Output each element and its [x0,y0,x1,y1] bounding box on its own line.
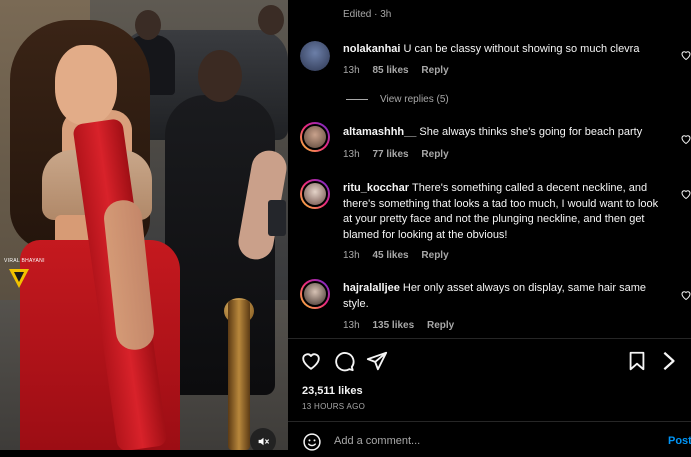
like-comment-button[interactable] [680,288,691,301]
comment-username[interactable]: hajralalljee [343,282,400,294]
heart-icon [681,291,691,301]
guard-head [198,50,242,102]
comment-body: She always thinks she's going for beach … [419,126,643,138]
comment-username[interactable]: ritu_kocchar [343,182,409,194]
comment-username[interactable]: altamashhh__ [343,126,416,138]
comment-time[interactable]: 13h [343,149,360,160]
comment-text: nolakanhai U can be classy without showin… [343,42,661,58]
reply-button[interactable]: Reply [421,250,448,261]
watermark-text: VIRAL BHAYANI [4,258,45,264]
comment-likes[interactable]: 135 likes [372,320,414,331]
view-replies-label: View replies (5) [380,94,449,105]
like-button[interactable] [300,350,322,372]
comment-text: hajralalljee Her only asset always on dis… [343,281,661,312]
bystander-phone [268,200,286,236]
chevron-right-icon [663,351,675,371]
view-replies-button[interactable]: View replies (5) [346,94,449,105]
reply-button[interactable]: Reply [427,320,454,331]
reply-button[interactable]: Reply [421,149,448,160]
mute-button[interactable] [250,428,276,450]
watermark-logo-icon [6,265,32,291]
brass-post [228,300,250,450]
photographer-head [135,10,161,40]
comment-likes[interactable]: 77 likes [372,149,408,160]
smiley-icon [303,433,321,451]
post-comment-button[interactable]: Post [668,435,691,447]
heart-icon [681,51,691,61]
comment-meta: 13h 45 likes Reply [343,250,459,261]
comments-panel: Edited · 3h nolakanhai U can be classy wi… [288,0,691,452]
share-button[interactable] [366,350,388,372]
like-comment-button[interactable] [680,48,691,61]
like-count[interactable]: 23,511 likes [302,385,363,397]
comment-time[interactable]: 13h [343,250,360,261]
comment-button[interactable] [333,350,355,372]
save-button[interactable] [626,350,648,372]
emoji-button[interactable] [302,432,322,452]
bookmark-icon [629,351,645,371]
add-comment-input[interactable]: Add a comment... [334,435,420,447]
comment-time[interactable]: 13h [343,320,360,331]
comment-likes[interactable]: 85 likes [372,65,408,76]
more-actions-button[interactable] [657,350,679,372]
woman-face [55,45,117,125]
add-comment-row: Add a comment... Post [302,432,691,452]
divider [288,338,691,339]
like-comment-button[interactable] [680,132,691,145]
comment-username[interactable]: nolakanhai [343,43,400,55]
replies-line-divider [346,98,368,100]
comment-text: altamashhh__ She always thinks she's goin… [343,125,661,141]
heart-icon [681,135,691,145]
comment-body: U can be classy without showing so much … [403,43,640,55]
comment-text: ritu_kocchar There's something called a d… [343,181,661,243]
paper-plane-icon [366,351,388,371]
speaker-muted-icon [258,437,269,445]
bystander-head [258,5,284,35]
comment-likes[interactable]: 45 likes [372,250,408,261]
comment-meta: 13h 85 likes Reply [343,65,459,76]
comment-time[interactable]: 13h [343,65,360,76]
comment-bubble-icon [335,352,355,372]
divider [288,421,691,422]
comment-meta: 13h 77 likes Reply [343,149,459,160]
avatar[interactable] [300,179,330,209]
reply-button[interactable]: Reply [421,65,448,76]
avatar[interactable] [300,41,330,71]
post-action-bar [300,350,691,372]
avatar[interactable] [300,279,330,309]
heart-icon [681,190,691,200]
avatar[interactable] [300,122,330,152]
post-media[interactable]: VIRAL BHAYANI [0,0,288,450]
like-comment-button[interactable] [680,187,691,200]
heart-icon [302,353,320,370]
comment-meta: 13h 135 likes Reply [343,320,464,331]
post-timestamp[interactable]: 13 HOURS AGO [302,402,365,411]
edited-label: Edited · 3h [343,9,392,20]
